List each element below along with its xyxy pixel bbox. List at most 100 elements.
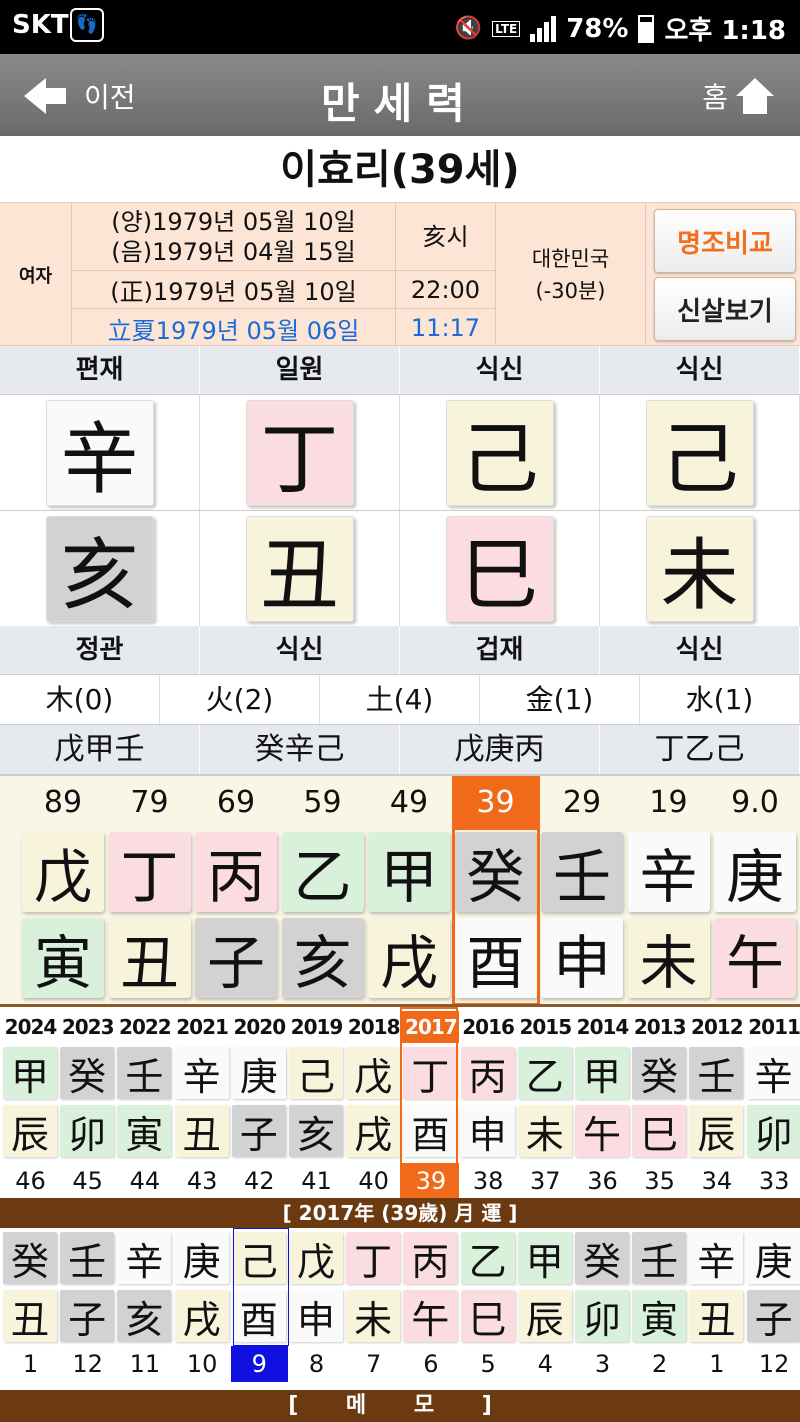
- branch-tile[interactable]: 亥: [45, 515, 154, 622]
- seun-branch[interactable]: 午: [575, 1105, 629, 1157]
- daeun-branch[interactable]: 子: [195, 918, 277, 998]
- month-stem[interactable]: 壬: [632, 1232, 687, 1284]
- daeun-stem[interactable]: 丁: [108, 832, 191, 912]
- daeun-stem[interactable]: 丙: [195, 832, 277, 912]
- month-stem[interactable]: 丁: [346, 1232, 401, 1284]
- seun-year[interactable]: 2013: [631, 1011, 688, 1043]
- month-number[interactable]: 12: [746, 1346, 800, 1382]
- month-stem[interactable]: 壬: [60, 1232, 115, 1284]
- daeun-branch[interactable]: 亥: [281, 918, 364, 998]
- daeun-branch[interactable]: 午: [714, 918, 796, 998]
- compare-chart-button[interactable]: 명조비교: [654, 209, 796, 273]
- month-number[interactable]: 3: [574, 1346, 631, 1382]
- month-stem[interactable]: 甲: [517, 1232, 572, 1284]
- month-branch[interactable]: 亥: [117, 1290, 172, 1342]
- stem-tile[interactable]: 辛: [45, 399, 154, 506]
- seun-branch[interactable]: 丑: [174, 1105, 229, 1157]
- seun-year[interactable]: 2011: [746, 1011, 800, 1043]
- month-number[interactable]: 11: [116, 1346, 173, 1382]
- seun-branch[interactable]: 戌: [346, 1105, 401, 1157]
- seun-year[interactable]: 2012: [688, 1011, 745, 1043]
- month-stem[interactable]: 癸: [575, 1232, 629, 1284]
- month-branch[interactable]: 戌: [174, 1290, 229, 1342]
- month-stem[interactable]: 丙: [403, 1232, 458, 1284]
- seun-branch[interactable]: 巳: [632, 1105, 687, 1157]
- month-stem[interactable]: 辛: [117, 1232, 172, 1284]
- daeun-stem[interactable]: 甲: [368, 832, 450, 912]
- month-branch[interactable]: 卯: [575, 1290, 629, 1342]
- month-number[interactable]: 8: [288, 1346, 345, 1382]
- daeun-stem[interactable]: 戊: [22, 832, 104, 912]
- seun-branch[interactable]: 子: [231, 1105, 286, 1157]
- month-number[interactable]: 10: [174, 1346, 231, 1382]
- seun-year[interactable]: 2024: [2, 1011, 59, 1043]
- month-number[interactable]: 12: [59, 1346, 116, 1382]
- seun-year[interactable]: 2014: [574, 1011, 631, 1043]
- month-branch[interactable]: 未: [346, 1290, 401, 1342]
- seun-branch[interactable]: 申: [460, 1105, 515, 1157]
- month-branch[interactable]: 寅: [632, 1290, 687, 1342]
- month-stem[interactable]: 乙: [460, 1232, 515, 1284]
- daeun-stem[interactable]: 辛: [627, 832, 710, 912]
- seun-stem[interactable]: 甲: [3, 1047, 57, 1099]
- daeun-branch[interactable]: 丑: [108, 918, 191, 998]
- seun-year[interactable]: 2019: [288, 1011, 345, 1043]
- month-branch[interactable]: 子: [60, 1290, 115, 1342]
- seun-branch[interactable]: 卯: [60, 1105, 115, 1157]
- seun-stem[interactable]: 辛: [174, 1047, 229, 1099]
- seun-branch[interactable]: 寅: [117, 1105, 172, 1157]
- seun-stem[interactable]: 癸: [60, 1047, 115, 1099]
- seun-branch[interactable]: 未: [517, 1105, 572, 1157]
- month-branch[interactable]: 丑: [689, 1290, 744, 1342]
- seun-branch[interactable]: 辰: [689, 1105, 744, 1157]
- seun-stem[interactable]: 癸: [632, 1047, 687, 1099]
- seun-stem[interactable]: 己: [289, 1047, 343, 1099]
- month-number[interactable]: 2: [631, 1346, 688, 1382]
- seun-year[interactable]: 2023: [59, 1011, 116, 1043]
- seun-branch[interactable]: 亥: [289, 1105, 343, 1157]
- daeun-stem[interactable]: 壬: [541, 832, 623, 912]
- daeun-branch[interactable]: 戌: [368, 918, 450, 998]
- seun-stem[interactable]: 庚: [231, 1047, 286, 1099]
- home-button[interactable]: 홈: [702, 76, 774, 116]
- seun-stem[interactable]: 甲: [575, 1047, 629, 1099]
- seun-stem[interactable]: 辛: [746, 1047, 800, 1099]
- month-number[interactable]: 1: [2, 1346, 59, 1382]
- month-stem[interactable]: 辛: [689, 1232, 744, 1284]
- month-stem[interactable]: 庚: [174, 1232, 229, 1284]
- month-branch[interactable]: 午: [403, 1290, 458, 1342]
- seun-branch[interactable]: 卯: [746, 1105, 800, 1157]
- seun-year[interactable]: 2021: [174, 1011, 231, 1043]
- seun-year[interactable]: 2020: [231, 1011, 288, 1043]
- month-number[interactable]: 7: [345, 1346, 402, 1382]
- daeun-branch[interactable]: 申: [541, 918, 623, 998]
- month-branch[interactable]: 巳: [460, 1290, 515, 1342]
- view-sinsal-button[interactable]: 신살보기: [654, 277, 796, 341]
- month-branch[interactable]: 子: [746, 1290, 800, 1342]
- memo-button[interactable]: [ 메 모 ]: [0, 1390, 800, 1422]
- seun-stem[interactable]: 壬: [689, 1047, 744, 1099]
- branch-tile[interactable]: 巳: [445, 515, 554, 622]
- daeun-branch[interactable]: 寅: [22, 918, 104, 998]
- seun-stem[interactable]: 戊: [346, 1047, 401, 1099]
- seun-stem[interactable]: 乙: [517, 1047, 572, 1099]
- seun-stem[interactable]: 壬: [117, 1047, 172, 1099]
- month-number[interactable]: 9: [230, 1346, 288, 1382]
- month-branch[interactable]: 丑: [3, 1290, 57, 1342]
- month-number[interactable]: 6: [402, 1346, 459, 1382]
- daeun-stem[interactable]: 乙: [281, 832, 364, 912]
- month-stem[interactable]: 癸: [3, 1232, 57, 1284]
- month-branch[interactable]: 辰: [517, 1290, 572, 1342]
- month-stem[interactable]: 戊: [289, 1232, 343, 1284]
- month-branch[interactable]: 申: [289, 1290, 343, 1342]
- month-number[interactable]: 1: [688, 1346, 745, 1382]
- month-number[interactable]: 5: [460, 1346, 517, 1382]
- branch-tile[interactable]: 丑: [245, 515, 354, 622]
- seun-year[interactable]: 2016: [460, 1011, 517, 1043]
- seun-year[interactable]: 2018: [345, 1011, 402, 1043]
- stem-tile[interactable]: 己: [445, 399, 554, 506]
- seun-stem[interactable]: 丙: [460, 1047, 515, 1099]
- month-number[interactable]: 4: [517, 1346, 574, 1382]
- stem-tile[interactable]: 己: [645, 399, 754, 506]
- daeun-branch[interactable]: 未: [627, 918, 710, 998]
